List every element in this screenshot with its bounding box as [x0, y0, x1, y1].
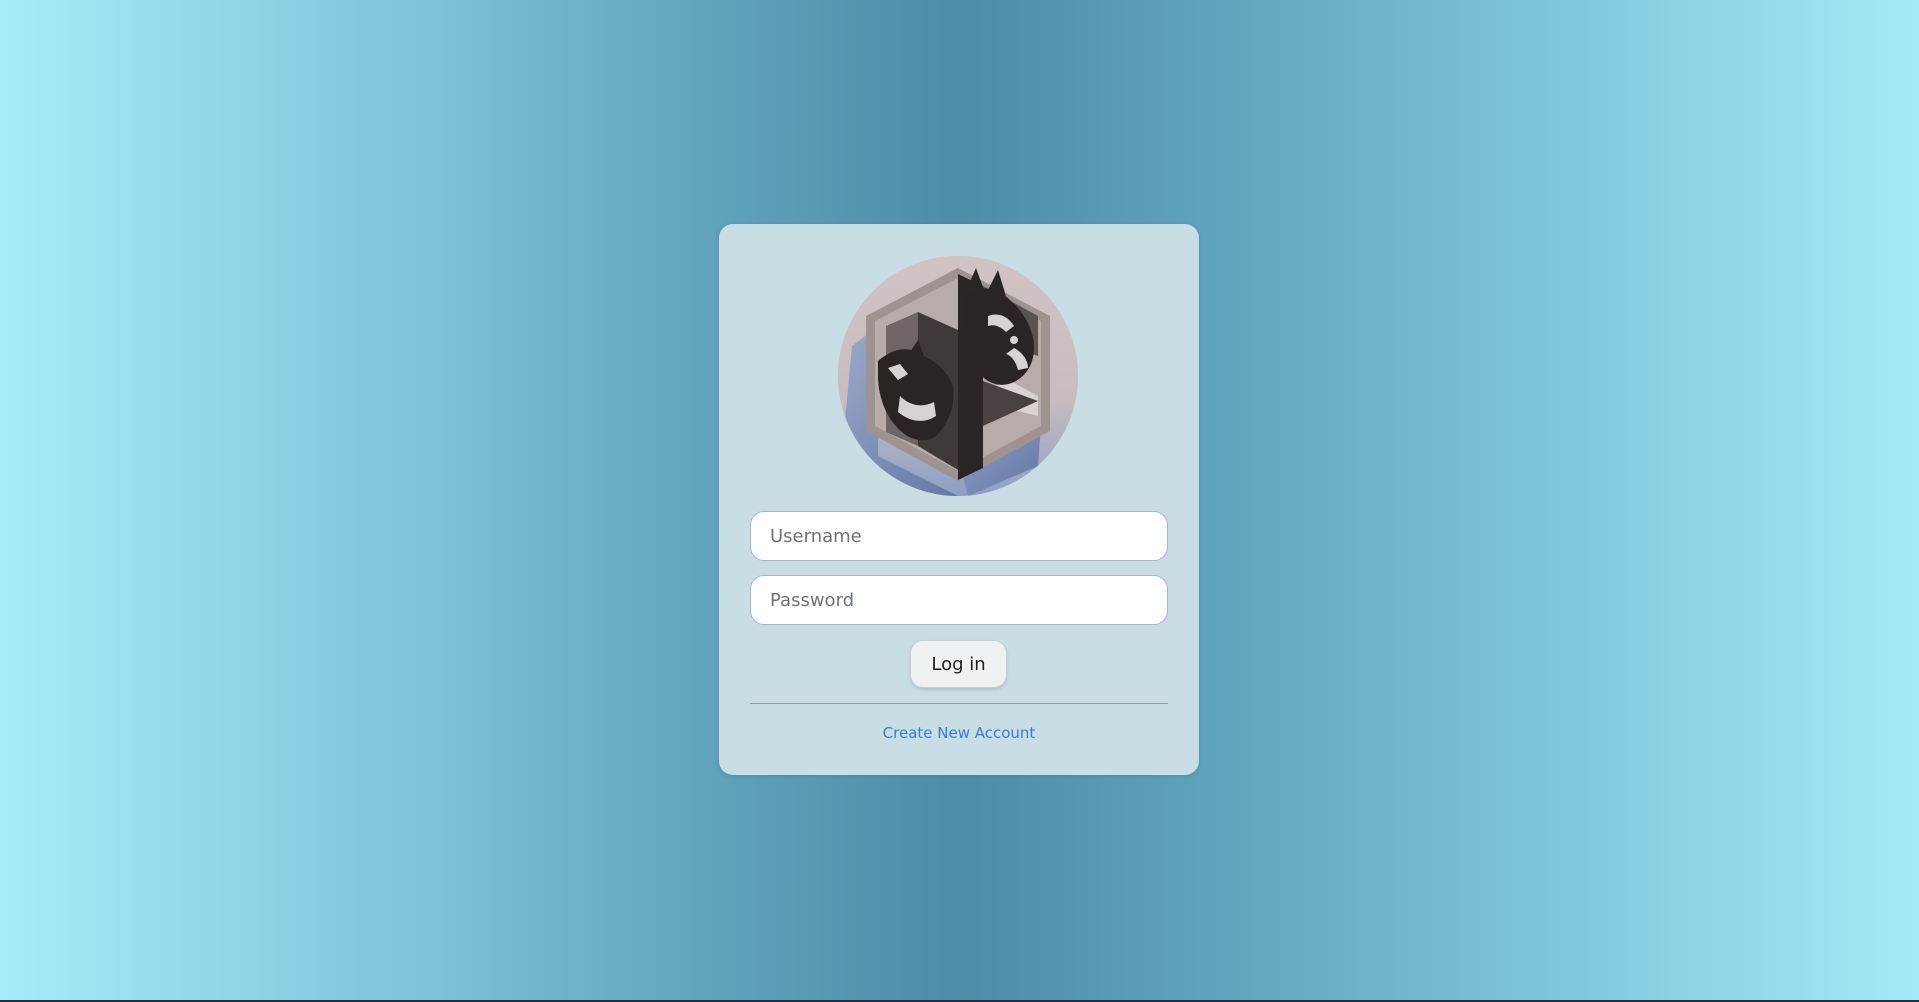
login-card: Log in Create New Account: [719, 224, 1199, 775]
username-input[interactable]: [750, 511, 1168, 561]
login-button[interactable]: Log in: [910, 640, 1007, 688]
password-input[interactable]: [750, 575, 1168, 625]
dog-emblem-logo: [838, 256, 1078, 496]
create-account-link[interactable]: Create New Account: [719, 724, 1199, 742]
divider: [750, 703, 1168, 704]
logo-graphic: [838, 256, 1078, 496]
